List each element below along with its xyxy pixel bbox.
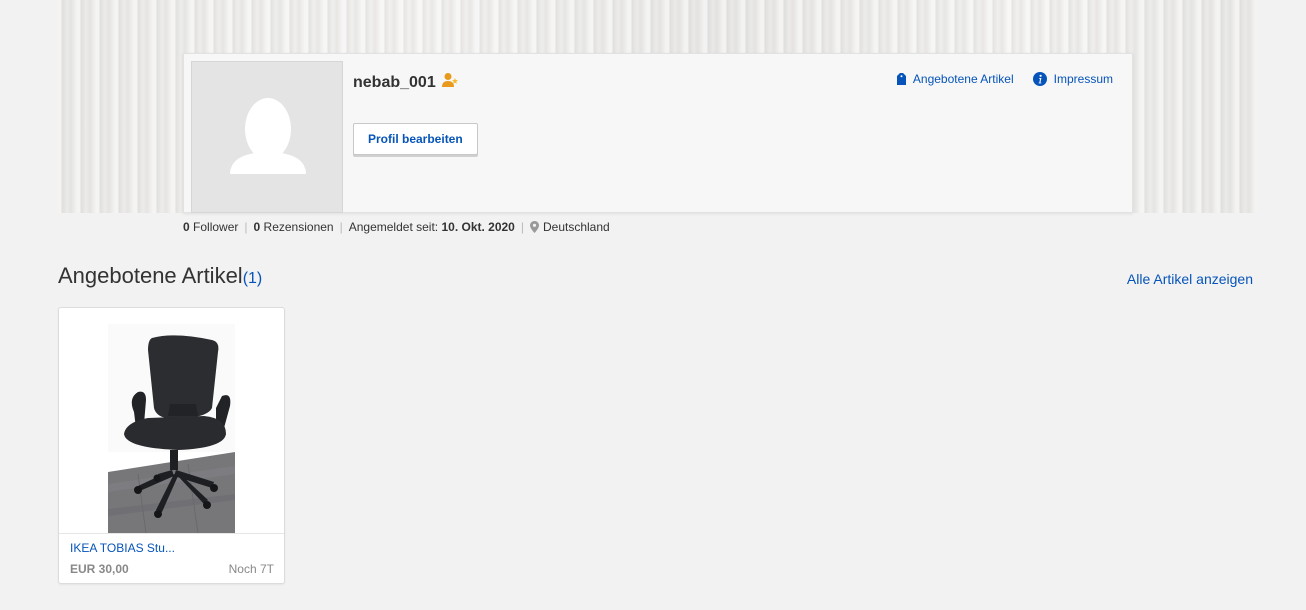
item-card[interactable]: IKEA TOBIAS Stu... EUR 30,00 Noch 7T [58, 307, 285, 584]
offered-items-link-label: Angebotene Artikel [912, 72, 1014, 86]
office-chair-image [108, 324, 235, 533]
registered-date: 10. Okt. 2020 [441, 220, 515, 234]
offered-items-link[interactable]: Angebotene Artikel [896, 72, 1014, 86]
imprint-link[interactable]: Impressum [1032, 72, 1113, 86]
registered-label: Angemeldet seit: [348, 220, 439, 234]
info-icon [1032, 72, 1047, 86]
section-title-text: Angebotene Artikel [58, 263, 243, 288]
profile-links: Angebotene Artikel Impressum [896, 72, 1113, 86]
followers-label[interactable]: Follower [193, 220, 238, 234]
item-time-left: Noch 7T [228, 562, 274, 576]
location-pin-icon [529, 221, 539, 233]
tag-icon [896, 73, 906, 85]
reviews-count: 0 [253, 220, 261, 234]
username: nebab_001 [353, 73, 436, 91]
item-image[interactable] [108, 324, 235, 533]
show-all-items-link[interactable]: Alle Artikel anzeigen [1127, 271, 1253, 287]
person-silhouette-icon [230, 98, 306, 174]
separator: | [244, 220, 248, 234]
profile-card: nebab_001 Profil bearbeiten Angebotene A… [183, 53, 1133, 213]
username-row: nebab_001 [353, 72, 459, 93]
separator: | [520, 220, 524, 234]
item-title[interactable]: IKEA TOBIAS Stu... [70, 541, 175, 555]
item-divider [59, 533, 284, 534]
reviews-label[interactable]: Rezensionen [264, 220, 334, 234]
item-price: EUR 30,00 [70, 562, 129, 576]
section-title: Angebotene Artikel(1) [58, 263, 262, 289]
new-user-badge-icon [441, 72, 459, 93]
profile-stats: 0 Follower | 0 Rezensionen | Angemeldet … [183, 220, 610, 234]
location: Deutschland [542, 220, 610, 234]
separator: | [339, 220, 343, 234]
edit-profile-button[interactable]: Profil bearbeiten [353, 123, 478, 155]
imprint-link-label: Impressum [1053, 72, 1113, 86]
followers-count: 0 [183, 220, 190, 234]
section-count: (1) [242, 270, 263, 287]
avatar[interactable] [191, 61, 343, 213]
